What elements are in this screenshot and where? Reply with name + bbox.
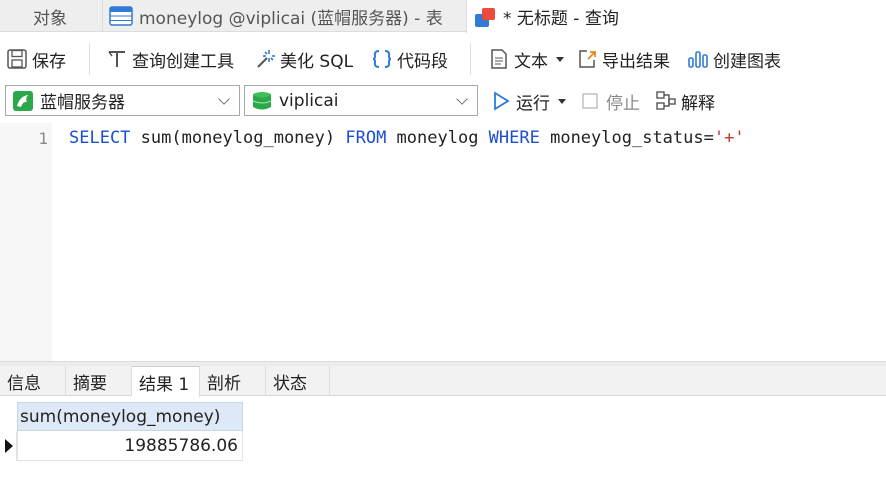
tab-bar: 对象 moneylog @viplicai (蓝帽服务器) - 表 * 无标题 … xyxy=(0,0,886,33)
tab-status-label: 状态 xyxy=(273,373,307,394)
document-icon xyxy=(488,48,510,70)
code-snippet-icon xyxy=(371,48,393,70)
toolbar: 保存 查询创建工具 美化 SQL 代码段 文本 导出结果 创建图表 xyxy=(0,33,886,85)
text-label: 文本 xyxy=(514,51,548,72)
tab-objects[interactable]: 对象 xyxy=(0,0,100,32)
database-select-value: viplicai xyxy=(279,90,339,111)
tab-objects-label: 对象 xyxy=(33,8,67,29)
create-chart-button[interactable]: 创建图表 xyxy=(687,45,781,73)
table-icon xyxy=(109,5,133,27)
sql-editor[interactable]: 1 SELECT sum(moneylog_money) FROM moneyl… xyxy=(0,123,886,361)
caret-down-icon xyxy=(558,98,566,104)
column-header-label: sum(moneylog_money) xyxy=(20,406,221,427)
chart-icon xyxy=(687,48,709,70)
tab-summary-label: 摘要 xyxy=(73,373,107,394)
query-icon xyxy=(473,6,497,28)
code-condition: moneylog_status= xyxy=(539,128,714,148)
chevron-down-icon xyxy=(218,93,230,105)
divider xyxy=(470,43,471,75)
keyword-select: SELECT xyxy=(69,128,131,148)
result-grid: sum(moneylog_money) 19885786.06 xyxy=(0,397,886,478)
database-select[interactable]: viplicai xyxy=(244,85,478,116)
code-snippet-label: 代码段 xyxy=(397,51,448,72)
string-literal: '+' xyxy=(713,128,745,148)
explain-icon xyxy=(655,90,677,112)
query-builder-icon xyxy=(106,48,128,70)
tab-moneylog-table[interactable]: moneylog @viplicai (蓝帽服务器) - 表 xyxy=(102,0,464,32)
caret-down-icon xyxy=(556,56,564,62)
server-select[interactable]: 蓝帽服务器 xyxy=(5,85,240,116)
play-icon xyxy=(490,90,512,112)
column-header[interactable]: sum(moneylog_money) xyxy=(17,402,243,431)
tab-info-label: 信息 xyxy=(7,373,41,394)
beautify-sql-button[interactable]: 美化 SQL xyxy=(254,45,353,73)
code-snippet-button[interactable]: 代码段 xyxy=(371,45,448,73)
tab-query-label: * 无标题 - 查询 xyxy=(503,9,619,29)
tab-result-1-label: 结果 1 xyxy=(139,374,190,395)
query-builder-label: 查询创建工具 xyxy=(132,51,234,72)
line-number: 1 xyxy=(38,129,48,148)
chevron-down-icon xyxy=(456,93,468,105)
result-tabs: 信息 摘要 结果 1 剖析 状态 xyxy=(0,366,886,397)
tab-profile-label: 剖析 xyxy=(207,373,241,394)
explain-label: 解释 xyxy=(681,93,715,114)
line-gutter: 1 xyxy=(0,123,52,361)
cell-value: 19885786.06 xyxy=(124,435,238,456)
keyword-from: FROM xyxy=(345,128,387,148)
code-table: moneylog xyxy=(386,128,489,148)
text-dropdown-button[interactable]: 文本 xyxy=(488,45,564,73)
run-button[interactable]: 运行 xyxy=(490,87,566,115)
tab-summary[interactable]: 摘要 xyxy=(66,366,132,396)
magic-wand-icon xyxy=(254,48,276,70)
save-icon xyxy=(6,48,28,70)
keyword-where: WHERE xyxy=(488,128,540,148)
export-result-label: 导出结果 xyxy=(602,51,670,72)
table-cell[interactable]: 19885786.06 xyxy=(17,431,243,461)
database-icon xyxy=(251,90,273,112)
tab-info[interactable]: 信息 xyxy=(0,366,66,396)
tab-status[interactable]: 状态 xyxy=(266,366,330,396)
export-result-button[interactable]: 导出结果 xyxy=(576,45,670,73)
tab-profile[interactable]: 剖析 xyxy=(200,366,266,396)
beautify-sql-label: 美化 SQL xyxy=(280,51,354,72)
connection-bar: 蓝帽服务器 viplicai 运行 停止 解释 xyxy=(0,85,886,121)
current-row-icon xyxy=(5,439,13,453)
create-chart-label: 创建图表 xyxy=(713,51,781,72)
stop-icon xyxy=(580,90,602,112)
query-builder-button[interactable]: 查询创建工具 xyxy=(106,45,234,73)
tab-result-1[interactable]: 结果 1 xyxy=(132,366,200,397)
stop-button[interactable]: 停止 xyxy=(580,87,640,115)
code-expression: sum(moneylog_money) xyxy=(130,128,346,148)
explain-button[interactable]: 解释 xyxy=(655,87,715,115)
stop-label: 停止 xyxy=(606,93,640,114)
tab-moneylog-label: moneylog @viplicai (蓝帽服务器) - 表 xyxy=(139,8,443,29)
sql-code-line: SELECT sum(moneylog_money) FROM moneylog… xyxy=(69,128,745,148)
export-icon xyxy=(576,48,598,70)
save-label: 保存 xyxy=(32,51,66,72)
run-label: 运行 xyxy=(516,93,550,114)
server-select-value: 蓝帽服务器 xyxy=(40,93,125,113)
server-icon xyxy=(12,90,34,112)
tab-untitled-query[interactable]: * 无标题 - 查询 xyxy=(466,0,886,33)
save-button[interactable]: 保存 xyxy=(6,45,66,73)
divider xyxy=(89,43,90,75)
